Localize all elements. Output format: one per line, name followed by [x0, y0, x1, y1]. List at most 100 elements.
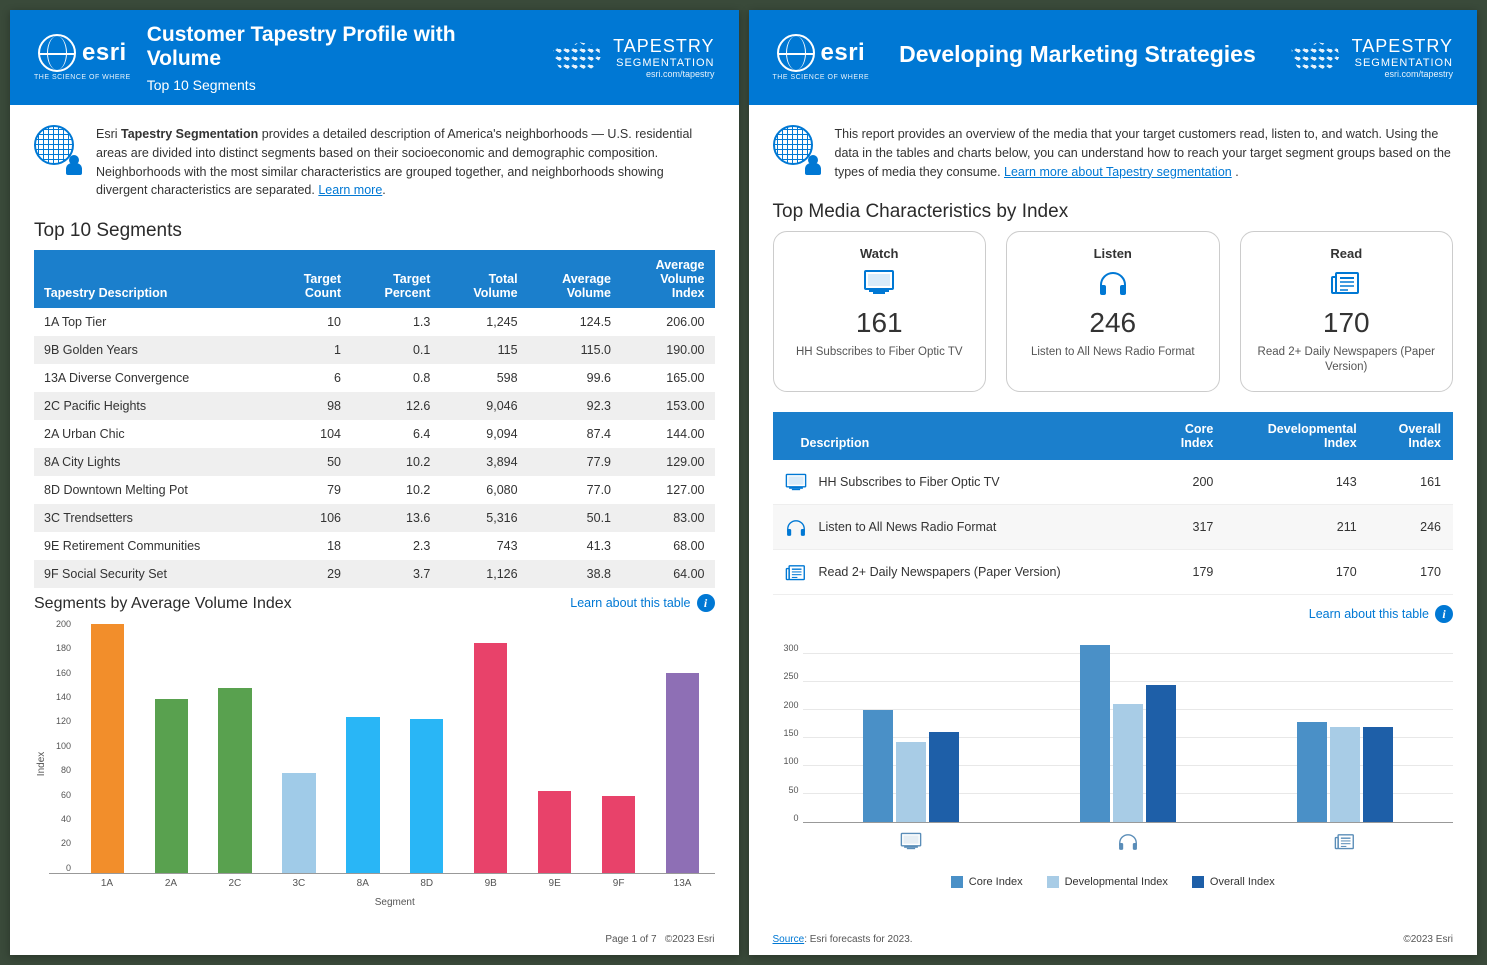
- table-row: 2C Pacific Heights9812.69,04692.3153.00: [34, 392, 715, 420]
- table-row: 2A Urban Chic1046.49,09487.4144.00: [34, 420, 715, 448]
- card-value: 161: [856, 307, 903, 339]
- learn-more-link[interactable]: Learn more about Tapestry segmentation: [1004, 165, 1232, 179]
- globe-icon: [777, 34, 815, 72]
- media-cards: Watch 161 HH Subscribes to Fiber Optic TV L…: [773, 231, 1454, 392]
- learn-about-table-link[interactable]: Learn about this table i: [570, 594, 714, 612]
- esri-logo: esri THE SCIENCE OF WHERE: [34, 34, 131, 81]
- brand-tagline: THE SCIENCE OF WHERE: [34, 74, 131, 81]
- news-icon: [785, 562, 807, 582]
- card-title: Watch: [860, 246, 899, 261]
- bar: [401, 619, 452, 873]
- intro-text: This report provides an overview of the …: [835, 125, 1454, 181]
- column-header: Tapestry Description: [34, 250, 273, 308]
- tapestry-title: TAPESTRY: [613, 36, 714, 57]
- page-1: esri THE SCIENCE OF WHERE Customer Tapes…: [10, 10, 739, 955]
- bar: [465, 619, 516, 873]
- segmentation-icon: [34, 125, 80, 171]
- segmentation-icon: [773, 125, 819, 171]
- card-title: Read: [1330, 246, 1362, 261]
- page-subtitle: Top 10 Segments: [147, 77, 531, 93]
- tapestry-logo: TAPESTRY SEGMENTATION esri.com/tapestry: [1286, 36, 1453, 79]
- tv-icon: [863, 269, 895, 297]
- segments-table: Tapestry DescriptionTargetCountTargetPer…: [34, 250, 715, 588]
- tapestry-logo: TAPESTRY SEGMENTATION esri.com/tapestry: [547, 36, 714, 79]
- bar-group: [1285, 643, 1405, 822]
- learn-about-table-link[interactable]: Learn about this table i: [1309, 605, 1453, 623]
- column-header: AverageVolumeIndex: [621, 250, 714, 308]
- segments-chart: Index 200180160140120100806040200 1A2A2C…: [34, 619, 715, 908]
- legend-over: Overall Index: [1192, 876, 1275, 888]
- column-header: AverageVolume: [528, 250, 621, 308]
- table-row: Listen to All News Radio Format317211246: [773, 505, 1454, 550]
- intro-block: Esri Tapestry Segmentation provides a de…: [34, 125, 715, 200]
- table-row: 9B Golden Years10.1115115.0190.00: [34, 336, 715, 364]
- bar-group: [851, 643, 971, 822]
- bar: [863, 710, 893, 822]
- table-row: 9E Retirement Communities182.374341.368.…: [34, 532, 715, 560]
- table-row: 13A Diverse Convergence60.859899.6165.00: [34, 364, 715, 392]
- card-desc: HH Subscribes to Fiber Optic TV: [796, 345, 963, 360]
- news-icon: [1330, 269, 1362, 297]
- page-footer: Source: Esri forecasts for 2023. ©2023 E…: [749, 928, 1478, 955]
- column-header: Description: [773, 412, 1154, 460]
- us-map-icon: [547, 39, 605, 77]
- header-title-block: Customer Tapestry Profile with Volume To…: [147, 23, 531, 93]
- table-row: 9F Social Security Set293.71,12638.864.0…: [34, 560, 715, 588]
- table-row: 8D Downtown Melting Pot7910.26,08077.012…: [34, 476, 715, 504]
- bar: [896, 742, 926, 822]
- bar: [273, 619, 324, 873]
- bar: [529, 619, 580, 873]
- column-header: TotalVolume: [440, 250, 527, 308]
- table-row: 1A Top Tier101.31,245124.5206.00: [34, 308, 715, 336]
- legend-core: Core Index: [951, 876, 1023, 888]
- card-title: Listen: [1094, 246, 1132, 261]
- headphones-icon: [1097, 269, 1129, 297]
- column-header: DevelopmentalIndex: [1225, 412, 1368, 460]
- header: esri THE SCIENCE OF WHERE Developing Mar…: [749, 10, 1478, 105]
- chart-legend: Core Index Developmental Index Overall I…: [773, 876, 1454, 888]
- media-index-chart: 300250200150100500: [773, 643, 1454, 823]
- bar: [1113, 704, 1143, 822]
- table-row: 8A City Lights5010.23,89477.9129.00: [34, 448, 715, 476]
- tapestry-sub: SEGMENTATION: [1352, 57, 1453, 69]
- table-row: HH Subscribes to Fiber Optic TV200143161: [773, 460, 1454, 505]
- bar: [1363, 727, 1393, 822]
- bar: [929, 732, 959, 822]
- bar: [593, 619, 644, 873]
- section-title: Top 10 Segments: [34, 220, 715, 242]
- x-axis-label: Segment: [49, 889, 715, 908]
- brand-name: esri: [821, 39, 866, 67]
- tapestry-url: esri.com/tapestry: [613, 69, 714, 79]
- headphones-icon: [785, 517, 807, 537]
- section-title: Top Media Characteristics by Index: [773, 201, 1454, 223]
- brand-name: esri: [82, 39, 127, 67]
- y-axis-label: Index: [34, 619, 49, 908]
- us-map-icon: [1286, 39, 1344, 77]
- bar: [1080, 645, 1110, 822]
- tv-icon: [900, 831, 922, 851]
- source-link[interactable]: Source: [773, 934, 805, 945]
- bar: [82, 619, 133, 873]
- learn-more-link[interactable]: Learn more: [318, 183, 382, 197]
- card-value: 170: [1323, 307, 1370, 339]
- bar: [146, 619, 197, 873]
- tapestry-sub: SEGMENTATION: [613, 57, 714, 69]
- esri-logo: esri THE SCIENCE OF WHERE: [773, 34, 870, 81]
- column-header: TargetCount: [273, 250, 351, 308]
- card-value: 246: [1089, 307, 1136, 339]
- tv-icon: [785, 472, 807, 492]
- header: esri THE SCIENCE OF WHERE Customer Tapes…: [10, 10, 739, 105]
- page-title: Developing Marketing Strategies: [885, 41, 1269, 68]
- column-header: TargetPercent: [351, 250, 440, 308]
- bar: [657, 619, 708, 873]
- intro-text: Esri Tapestry Segmentation provides a de…: [96, 125, 715, 200]
- globe-icon: [38, 34, 76, 72]
- brand-tagline: THE SCIENCE OF WHERE: [773, 74, 870, 81]
- bar: [337, 619, 388, 873]
- chart-title: Segments by Average Volume Index: [34, 594, 292, 615]
- header-title-block: Developing Marketing Strategies: [885, 41, 1269, 74]
- tapestry-url: esri.com/tapestry: [1352, 69, 1453, 79]
- media-card-tv: Watch 161 HH Subscribes to Fiber Optic TV: [773, 231, 987, 392]
- column-header: CoreIndex: [1153, 412, 1225, 460]
- table-row: 3C Trendsetters10613.65,31650.183.00: [34, 504, 715, 532]
